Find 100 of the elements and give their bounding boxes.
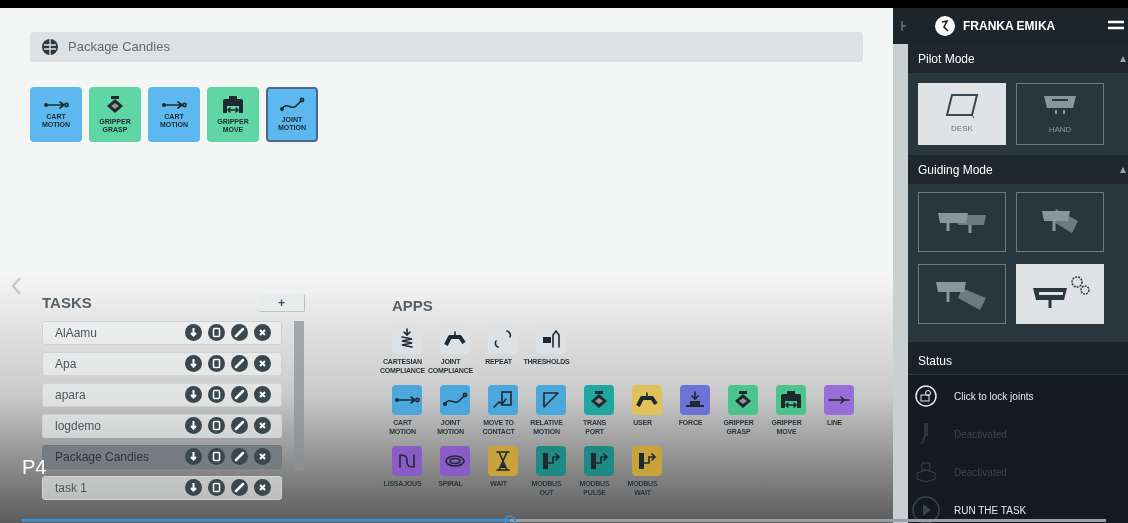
edit-icon[interactable] [231,386,248,403]
edit-icon[interactable] [231,417,248,434]
app-tile[interactable] [584,385,614,415]
progress-thumb[interactable] [503,515,516,523]
apps-heading: APPS [392,297,433,314]
close-icon[interactable] [254,479,271,496]
download-icon[interactable] [185,448,202,465]
app-tile[interactable] [392,446,422,476]
task-row[interactable]: task 1 [42,475,282,500]
tablet-icon [944,93,980,119]
mode-label: DESK [951,123,973,135]
pilot-mode-option[interactable]: HAND [1016,83,1104,145]
download-icon[interactable] [185,355,202,372]
app-tile[interactable] [632,446,662,476]
app-tile[interactable] [440,324,470,354]
diagonal-arrow-icon [541,390,561,410]
close-icon[interactable] [254,448,271,465]
guiding-mode-option[interactable] [1016,192,1104,252]
pilot-mode-option[interactable]: DESK [918,83,1006,145]
robot-arm-icon [444,331,466,347]
pilot-mode-heading: Pilot Mode [918,50,975,68]
robot-arm-icon [636,392,658,408]
download-icon[interactable] [185,417,202,434]
app-tile[interactable] [536,385,566,415]
spring-icon [399,328,415,350]
mode-label: HAND [1048,124,1072,136]
app-tile[interactable] [392,385,422,415]
repeat-icon [492,328,514,350]
task-name: task 1 [55,479,87,497]
gripper-icon [779,390,803,410]
task-name: AlAamu [55,324,98,342]
signal-arrow-icon [540,451,562,471]
app-tile[interactable] [488,385,518,415]
signal-arrow-icon [588,451,610,471]
force-icon [684,391,706,409]
edit-icon[interactable] [231,324,248,341]
app-tile[interactable] [536,446,566,476]
app-tile[interactable] [728,385,758,415]
task-row[interactable]: AlAamu [42,320,282,345]
copy-icon[interactable] [208,479,225,496]
collapse-icon[interactable] [901,21,907,31]
arrow-icon [43,100,69,110]
app-tile[interactable] [536,324,566,354]
copy-icon[interactable] [208,324,225,341]
copy-icon[interactable] [208,448,225,465]
threshold-icon [541,329,561,349]
task-title: Package Candies [68,38,170,57]
curve-arrow-icon [442,392,468,408]
task-name: logdemo [55,417,102,435]
status-text[interactable]: RUN THE TASK [954,502,1027,518]
edit-icon[interactable] [231,355,248,372]
lock-icon [915,385,937,407]
signal-arrow-icon [636,451,658,471]
download-icon[interactable] [185,479,202,496]
gripper-icon [221,95,245,115]
caret-icon[interactable] [1120,55,1126,62]
guiding-mode-option[interactable] [918,264,1006,324]
download-icon[interactable] [185,386,202,403]
brand-name: FRANKA EMIKA [963,18,1056,35]
close-icon[interactable] [254,417,271,434]
status-heading: Status [918,354,953,368]
object-icon [915,461,937,483]
app-tile[interactable] [680,385,710,415]
lissajous-icon [397,452,417,470]
app-tile[interactable] [632,385,662,415]
task-row[interactable]: Apa [42,351,282,376]
app-tile[interactable] [584,446,614,476]
spiral-icon [444,454,466,468]
tasks-heading: TASKS [42,293,92,313]
contact-icon [492,390,514,410]
close-icon[interactable] [254,324,271,341]
app-tile[interactable] [776,385,806,415]
app-tile[interactable] [392,324,422,354]
app-tile[interactable] [824,385,854,415]
edit-icon[interactable] [231,479,248,496]
arrow-icon [161,100,187,110]
play-icon[interactable] [912,496,940,523]
app-tile[interactable] [488,446,518,476]
status-text: Click to lock joints [954,389,1034,404]
edit-icon[interactable] [231,448,248,465]
task-name: Package Candies [55,448,150,466]
close-icon[interactable] [254,355,271,372]
copy-icon[interactable] [208,355,225,372]
app-tile[interactable] [440,446,470,476]
task-name: Apa [55,355,77,373]
app-tile[interactable] [488,324,518,354]
app-tile[interactable] [440,385,470,415]
add-task-button[interactable]: + [259,294,305,313]
scrollbar[interactable] [294,320,304,471]
copy-icon[interactable] [208,386,225,403]
task-name: apara [55,386,86,404]
menu-icon[interactable] [1108,20,1124,32]
copy-icon[interactable] [208,417,225,434]
task-row[interactable]: apara [42,382,282,407]
guiding-mode-option[interactable] [918,192,1006,252]
caret-icon[interactable] [1120,166,1126,173]
task-row[interactable]: logdemo [42,413,282,438]
close-icon[interactable] [254,386,271,403]
download-icon[interactable] [185,324,202,341]
arrow-icon [394,395,420,405]
